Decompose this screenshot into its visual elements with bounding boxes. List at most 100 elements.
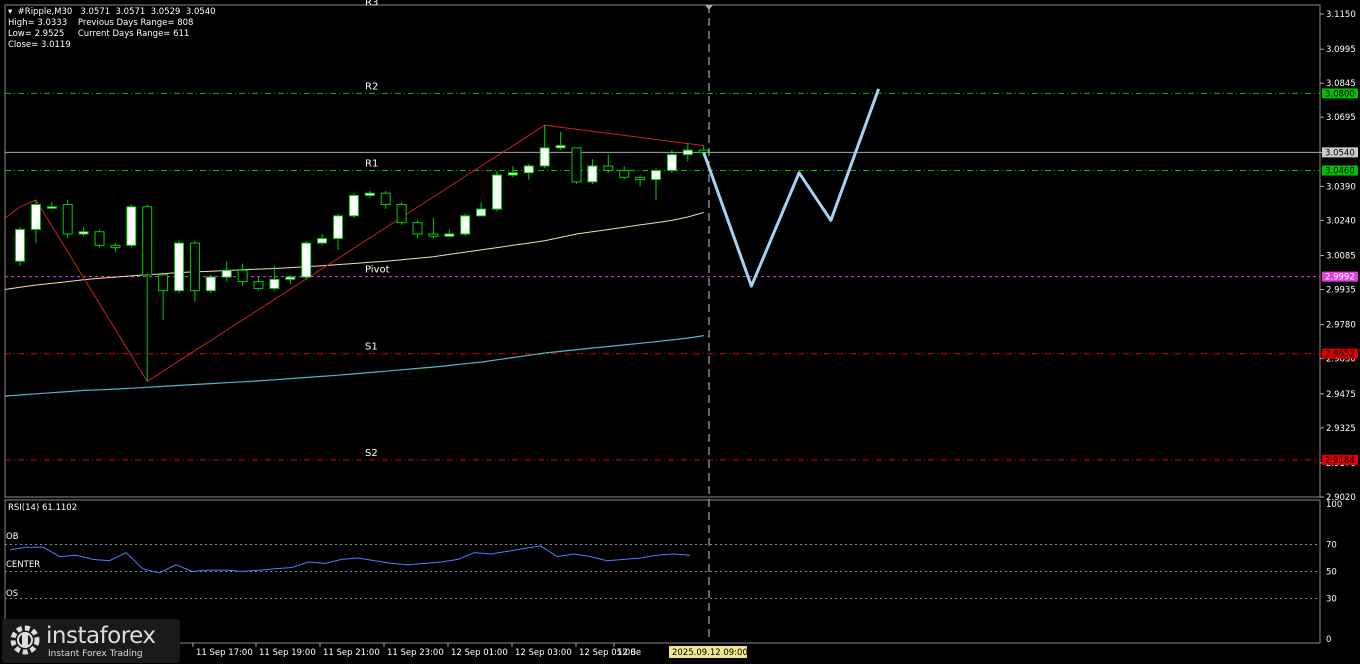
level-name-s1: S1 [365, 342, 378, 353]
candle-bull [317, 238, 328, 244]
candle-bull [301, 242, 312, 278]
candle-bull [476, 208, 487, 217]
rsi-axis-label: 50 [1326, 568, 1337, 578]
time-tick-label: 11 Sep 19:00 [259, 648, 316, 658]
candle-bear [571, 147, 582, 183]
ma-slow-line [4, 335, 704, 397]
rsi-axis-label: 100 [1326, 500, 1342, 510]
candle-bull [539, 147, 550, 167]
price-tick-label: 2.9935 [1326, 286, 1356, 296]
level-price-label: 3.0460 [1325, 167, 1355, 177]
cursor-marker [705, 5, 713, 10]
price-tick-label: 3.1150 [1326, 10, 1356, 20]
rsi-axis-label: 70 [1326, 541, 1337, 551]
level-name-r1: R1 [365, 159, 378, 170]
info-line-low: Low= 2.9525 Current Days Range= 611 [8, 29, 190, 39]
info-line-symbol: ▾ #Ripple,M30 3.0571 3.0571 3.0529 3.054… [8, 7, 216, 17]
info-line-high: High= 3.0333 Previous Days Range= 808 [8, 18, 194, 28]
candle-bear [142, 206, 153, 276]
candle-bull [444, 233, 455, 237]
chart-canvas: 3.1150 3.0995 3.0845 3.0695 3.0540 3.0390 3.02… [4, 0, 1358, 658]
level-price-label: 2.9652 [1325, 350, 1355, 360]
candle-bull [555, 145, 566, 149]
candle-bull [333, 215, 343, 240]
level-name-r3: R3 [365, 0, 378, 9]
candle-bear [253, 281, 264, 289]
price-tick-label: 3.0695 [1326, 113, 1356, 123]
candle-bull [78, 231, 89, 235]
info-line-close: Close= 3.0119 [8, 40, 71, 50]
candle-bull [221, 269, 232, 278]
level-name-s2: S2 [365, 448, 378, 459]
candle-bull [174, 242, 184, 292]
rsi-axis-label: 0 [1326, 635, 1331, 645]
logo-tagline: Instant Forex Trading [48, 649, 143, 659]
level-name-r2: R2 [365, 81, 378, 92]
candle-bull [126, 206, 137, 246]
candle-bull [682, 149, 693, 156]
rsi-line [9, 545, 691, 574]
candle-bull [30, 204, 41, 230]
candle-bull [269, 278, 280, 289]
candle-bull [205, 276, 216, 292]
price-tick-label: 3.0995 [1326, 45, 1356, 55]
logo-name: instaforex [46, 623, 156, 649]
candle-bear [635, 176, 646, 181]
time-tick-label: 11 Sep 23:00 [387, 648, 444, 658]
price-tick-label: 3.0240 [1326, 216, 1356, 226]
candle-bull [364, 192, 375, 196]
candle-bull [492, 174, 502, 210]
candle-bear [94, 231, 105, 246]
candle-bull [523, 165, 534, 174]
price-tick-label: 2.9475 [1326, 390, 1356, 400]
rsi-ob-label: OB [6, 532, 19, 542]
candle-bull [507, 172, 518, 176]
rsi-center-label: CENTER [6, 560, 41, 570]
time-tick-label: 12 Sep 03:00 [515, 648, 572, 658]
level-name-pivot: Pivot [365, 265, 390, 276]
candle-bear [62, 204, 73, 235]
candle-bull [587, 165, 598, 183]
candle-bear [619, 170, 630, 178]
gear-logo-icon [10, 625, 40, 655]
candle-bull [46, 206, 57, 209]
chart-info-panel: ▾ #Ripple,M30 3.0571 3.0571 3.0529 3.054… [8, 7, 216, 51]
candle-bear [428, 233, 439, 237]
current-price-label: 3.0540 [1325, 148, 1355, 158]
level-price-label: 2.9184 [1325, 456, 1355, 466]
price-tick-label: 3.0845 [1326, 79, 1356, 89]
candle-bear [237, 269, 248, 283]
main-panel-frame [4, 4, 1321, 498]
zigzag-line [4, 124, 704, 383]
candle-bull [651, 170, 661, 181]
instaforex-logo: instaforex Instant Forex Trading [2, 619, 180, 663]
candle-bull [348, 194, 359, 217]
rsi-os-label: OS [6, 589, 19, 599]
candle-bull [15, 228, 25, 262]
level-price-label: 3.0800 [1325, 89, 1355, 99]
time-tick-label: 12 Se [617, 648, 641, 658]
candle-bull [460, 215, 471, 235]
time-tick-label: 11 Sep 21:00 [323, 648, 380, 658]
level-price-label: 2.9992 [1325, 273, 1355, 283]
candle-bear [110, 244, 121, 249]
price-tick-label: 3.0085 [1326, 252, 1356, 262]
candle-bear [189, 242, 200, 292]
forecast-path [702, 88, 881, 288]
ma-fast-line [4, 212, 704, 290]
candle-bull [285, 276, 296, 280]
rsi-axis-label: 30 [1326, 595, 1337, 605]
rsi-indicator-label: RSI(14) 61.1102 [8, 503, 78, 513]
candle-bear [412, 222, 423, 235]
time-tick-label: 12 Sep 01:00 [451, 648, 508, 658]
candle-bear [380, 192, 391, 206]
time-tick-label: 11 Sep 17:00 [196, 648, 253, 658]
rsi-panel-frame [4, 499, 1321, 644]
time-highlight-label: 2025.09.12 09:00 [672, 648, 748, 658]
candle-bear [158, 274, 169, 292]
price-tick-label: 2.9780 [1326, 321, 1356, 331]
candle-bear [396, 204, 407, 224]
candle-bear [698, 149, 709, 153]
candle-bull [666, 154, 677, 172]
candle-bear [603, 165, 614, 172]
